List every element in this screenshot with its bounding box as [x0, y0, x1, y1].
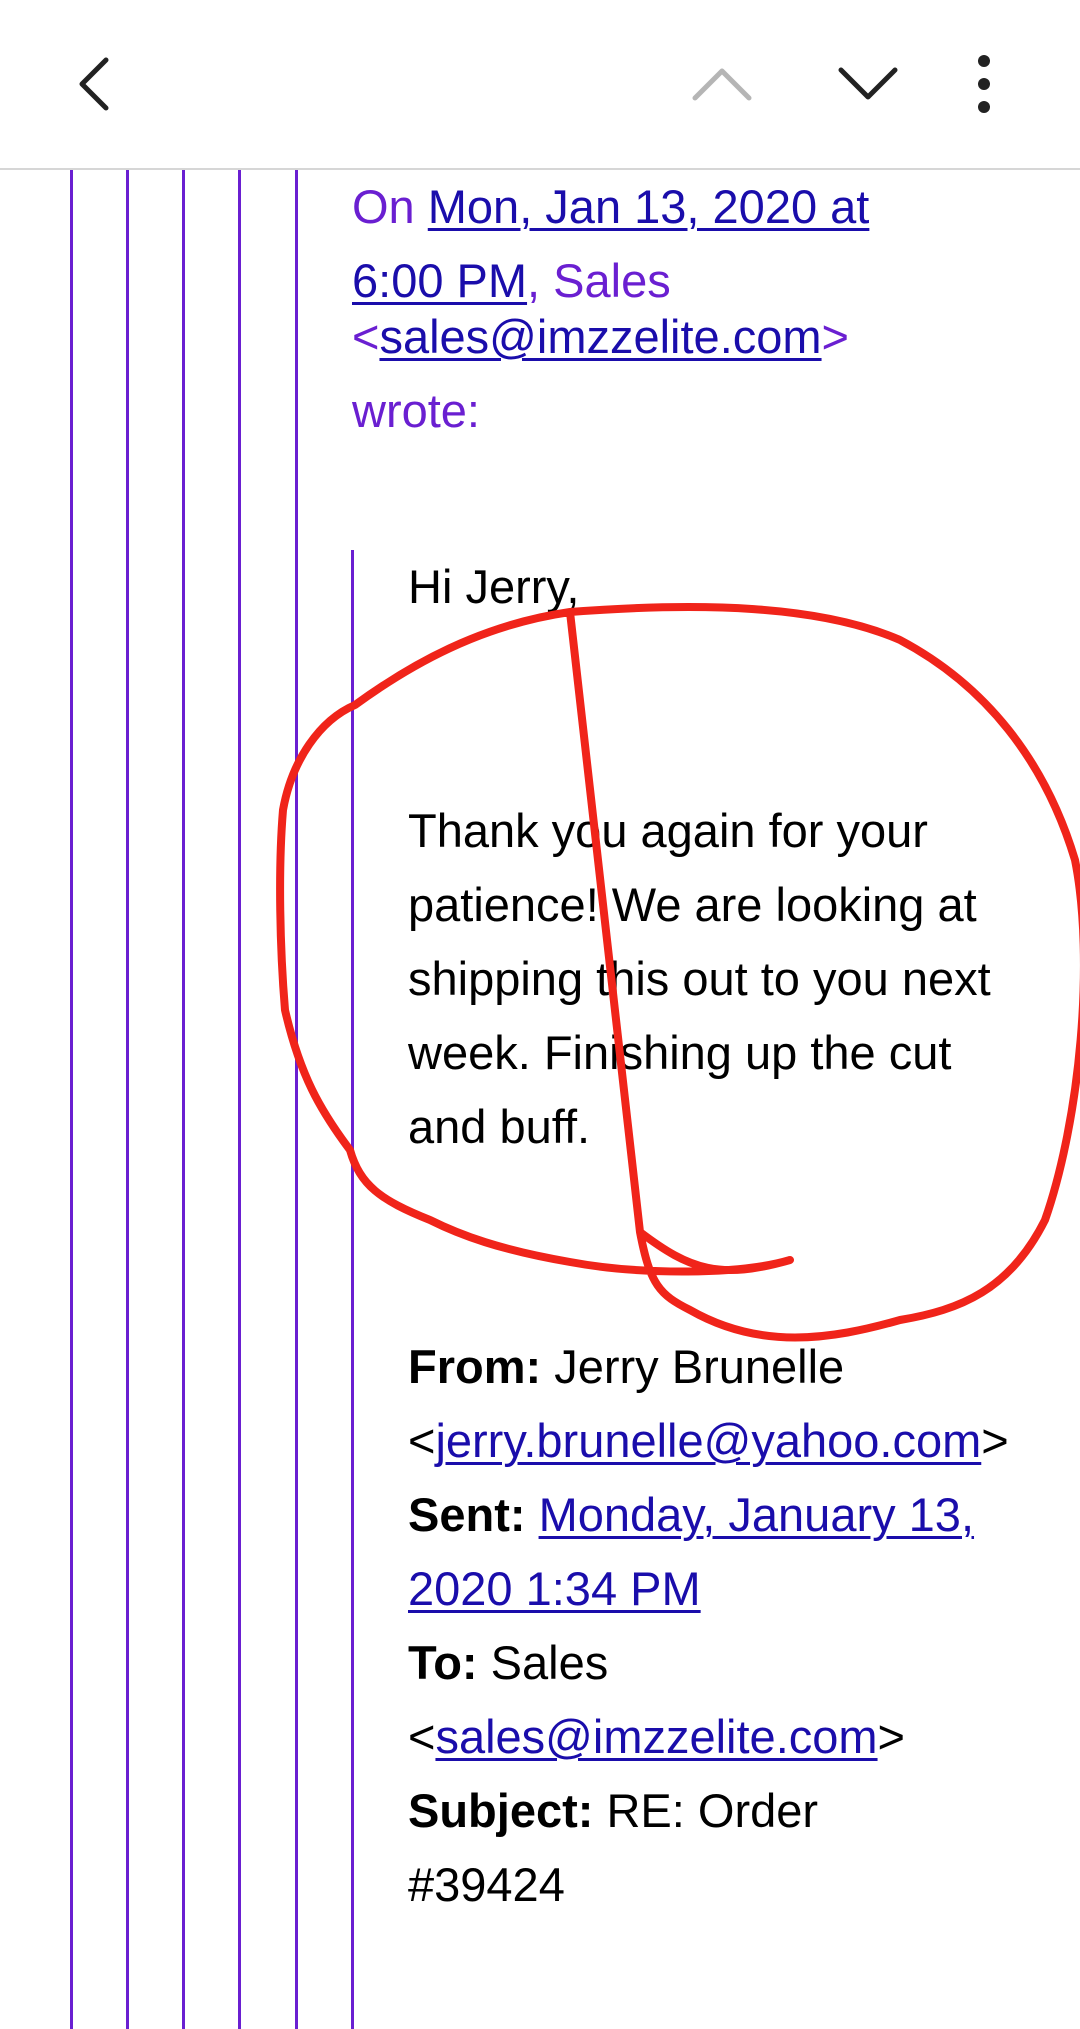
message-body: Thank you again for your patience! We ar… — [408, 804, 991, 1153]
wrote-label: wrote: — [352, 384, 480, 437]
message-content: On Mon, Jan 13, 2020 at 6:00 PM, Sales <… — [0, 170, 1080, 2029]
attribution-prefix: On — [352, 180, 428, 233]
to-row: To: Sales <sales@imzzelite.com> — [408, 1626, 1038, 1774]
forwarded-header: From: Jerry Brunelle <jerry.brunelle@yah… — [408, 1330, 1038, 1922]
more-options-button[interactable] — [934, 34, 1034, 134]
quote-attribution: On Mon, Jan 13, 2020 at 6:00 PM, Sales — [352, 170, 952, 318]
lt-sign: < — [352, 310, 380, 363]
to-label: To: — [408, 1636, 478, 1689]
lt-sign: < — [408, 1710, 436, 1763]
from-email-link[interactable]: jerry.brunelle@yahoo.com — [435, 1414, 981, 1467]
quote-line — [351, 550, 354, 2029]
from-label: From: — [408, 1340, 542, 1393]
chevron-up-icon — [692, 68, 752, 101]
top-toolbar — [0, 0, 1080, 170]
gt-sign: > — [877, 1710, 905, 1763]
quote-line — [70, 170, 73, 2029]
sent-label: Sent: — [408, 1488, 526, 1541]
sent-row: Sent: Monday, January 13, 2020 1:34 PM — [408, 1478, 1038, 1626]
gt-sign: > — [821, 310, 849, 363]
subject-row: Subject: RE: Order #39424 — [408, 1774, 888, 1922]
quote-attribution-email: <sales@imzzelite.com> wrote: — [352, 300, 952, 448]
greeting: Hi Jerry, — [408, 560, 580, 613]
next-message-button[interactable] — [818, 34, 918, 134]
quote-line — [126, 170, 129, 2029]
quote-line — [182, 170, 185, 2029]
to-email-link[interactable]: sales@imzzelite.com — [435, 1710, 877, 1763]
from-name: Jerry Brunelle — [554, 1340, 845, 1393]
subject-label: Subject: — [408, 1784, 594, 1837]
gt-sign: > — [981, 1414, 1009, 1467]
chevron-left-icon — [79, 57, 109, 111]
to-name: Sales — [490, 1636, 609, 1689]
sender-email-link[interactable]: sales@imzzelite.com — [379, 310, 821, 363]
lt-sign: < — [408, 1414, 436, 1467]
more-vertical-icon — [978, 55, 990, 113]
quote-line — [238, 170, 241, 2029]
previous-message-button[interactable] — [672, 34, 772, 134]
from-row: From: Jerry Brunelle <jerry.brunelle@yah… — [408, 1330, 1038, 1478]
chevron-down-icon — [838, 67, 898, 100]
back-button[interactable] — [46, 34, 146, 134]
quote-line — [295, 170, 298, 2029]
